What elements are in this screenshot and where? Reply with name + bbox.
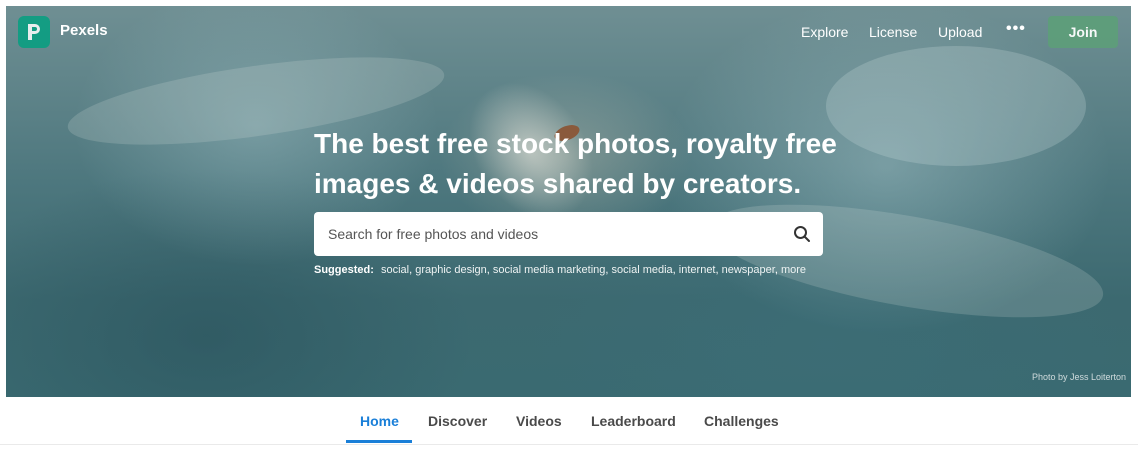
brand-name[interactable]: Pexels bbox=[60, 22, 108, 39]
pexels-logo-icon[interactable] bbox=[18, 16, 50, 48]
headline-line-2: images & videos shared by creators. bbox=[314, 168, 802, 199]
suggestion-social[interactable]: social bbox=[381, 264, 409, 276]
photo-credit[interactable]: Photo by Jess Loiterton bbox=[1032, 372, 1126, 382]
tab-bar: Home Discover Videos Leaderboard Challen… bbox=[0, 397, 1138, 445]
suggested-searches: Suggested: social, graphic design, socia… bbox=[314, 264, 806, 276]
suggested-label: Suggested: bbox=[314, 264, 374, 276]
headline-line-1: The best free stock photos, royalty free bbox=[314, 128, 837, 159]
suggestion-more[interactable]: more bbox=[781, 264, 806, 276]
tab-home[interactable]: Home bbox=[360, 413, 399, 429]
tab-leaderboard[interactable]: Leaderboard bbox=[591, 413, 676, 429]
top-navbar: Pexels Explore License Upload ••• Join bbox=[6, 6, 1131, 58]
suggestion-newspaper[interactable]: newspaper bbox=[722, 264, 775, 276]
join-button[interactable]: Join bbox=[1048, 16, 1118, 48]
nav-license-link[interactable]: License bbox=[869, 24, 917, 40]
nav-explore-link[interactable]: Explore bbox=[801, 24, 848, 40]
search-box bbox=[314, 212, 823, 256]
hero-headline: The best free stock photos, royalty free… bbox=[314, 124, 874, 204]
wave-texture bbox=[701, 181, 1111, 341]
suggestion-social-media[interactable]: social media bbox=[612, 264, 673, 276]
suggestion-social-media-marketing[interactable]: social media marketing bbox=[493, 264, 606, 276]
active-tab-indicator bbox=[346, 440, 412, 443]
suggestion-graphic-design[interactable]: graphic design bbox=[415, 264, 487, 276]
suggestion-internet[interactable]: internet bbox=[679, 264, 716, 276]
search-icon[interactable] bbox=[793, 225, 811, 243]
ellipsis-icon[interactable]: ••• bbox=[1006, 20, 1026, 38]
nav-upload-link[interactable]: Upload bbox=[938, 24, 982, 40]
search-input[interactable] bbox=[314, 212, 784, 256]
tab-videos[interactable]: Videos bbox=[516, 413, 562, 429]
tab-challenges[interactable]: Challenges bbox=[704, 413, 779, 429]
tab-discover[interactable]: Discover bbox=[428, 413, 487, 429]
